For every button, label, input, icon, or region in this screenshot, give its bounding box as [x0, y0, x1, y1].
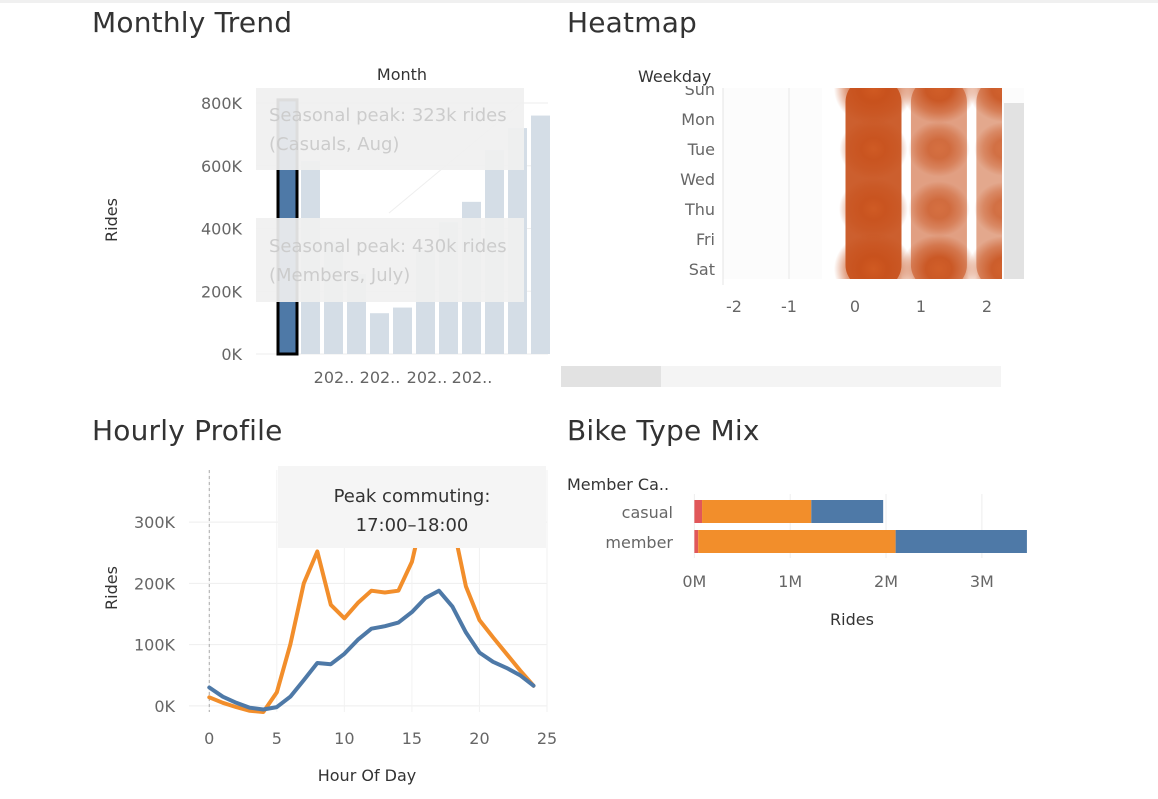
dashboard-charts: 0K200K400K600K800K202.. 202.. 202.. 202..Mo…	[102, 62, 1027, 785]
heatmap-weekday-label: Thu	[684, 200, 715, 219]
heatmap-hotspot	[908, 181, 970, 237]
heatmap-x-tick-label: 0	[850, 297, 860, 316]
biketype-docked-segment	[694, 530, 699, 553]
monthly-y-axis-title: Rides	[102, 198, 121, 242]
biketype-category-label: casual	[622, 503, 673, 522]
heatmap-x-tick-label: 1	[916, 297, 926, 316]
weekday-heatmap-chart: SunMonTueWedThuFriSatWeekday-2 -1 0 1 2	[630, 62, 1024, 316]
commute-peak-callout: Peak commuting: 17:00–18:00	[278, 466, 546, 548]
commute-peak-callout-line1: Peak commuting:	[333, 486, 491, 507]
heatmap-hotspot	[833, 88, 914, 125]
hourly-y-tick-label: 0K	[154, 697, 175, 716]
monthly-y-tick-label: 600K	[201, 157, 243, 176]
monthly-x-tick-label: 202..	[314, 368, 355, 387]
heatmap-weekday-label: Mon	[681, 110, 715, 129]
heatmap-weekday-label: Wed	[680, 170, 715, 189]
biketype-x-tick-label: 1M	[778, 572, 802, 591]
heatmap-x-tick-label: 2	[982, 297, 992, 316]
heatmap-hotspot	[833, 233, 914, 279]
heatmap-hotspot	[838, 177, 909, 241]
casual-peak-tooltip-line1: Seasonal peak: 323k rides	[269, 105, 507, 126]
biketype-column-header: Member Ca..	[567, 475, 669, 494]
heatmap-hotspot	[901, 234, 977, 279]
commute-peak-callout-line2: 17:00–18:00	[355, 515, 469, 536]
biketype-x-tick-label: 0M	[682, 572, 706, 591]
member-peak-tooltip-line1: Seasonal peak: 430k rides	[269, 236, 507, 257]
hourly-x-tick-label: 15	[402, 729, 422, 748]
monthly-y-tick-label: 200K	[201, 282, 243, 301]
heatmap-hotspot	[901, 88, 977, 124]
heatmap-weekday-label: Sat	[689, 260, 715, 279]
monthly-bar	[531, 115, 550, 354]
heatmap-weekday-label: Fri	[696, 230, 715, 249]
heatmap-x-tick-label: -1	[781, 297, 797, 316]
biketype-x-axis-title: Rides	[830, 610, 874, 629]
monthly-y-tick-label: 0K	[221, 345, 242, 364]
biketype-docked-segment	[694, 500, 703, 523]
biketype-x-tick-label: 2M	[874, 572, 898, 591]
heatmap-vertical-scrollbar	[1004, 103, 1024, 279]
casual-peak-tooltip-line2: (Casuals, Aug)	[269, 134, 400, 155]
hourly-y-tick-label: 100K	[134, 636, 176, 655]
biketype-classic-segment	[702, 500, 812, 523]
heatmap-weekday-header: Weekday	[638, 67, 711, 86]
biketype-category-label: member	[605, 533, 673, 552]
hourly-x-tick-label: 5	[272, 729, 282, 748]
monthly-x-tick-label: 202..	[360, 368, 401, 387]
heatmap-hotspot	[908, 121, 970, 177]
hourly-y-axis-title: Rides	[102, 566, 121, 610]
member-peak-tooltip: Seasonal peak: 430k rides (Members, July…	[256, 218, 524, 302]
hourly-y-tick-label: 200K	[134, 574, 176, 593]
monthly-y-tick-label: 400K	[201, 220, 243, 239]
member-peak-tooltip-line2: (Members, July)	[269, 265, 411, 286]
heatmap-horizontal-scrollbar[interactable]	[561, 366, 1001, 387]
monthly-column-header: Month	[377, 65, 427, 84]
bike-type-mix-chart: casual member Member Ca.. 0M 1M 2M 3M Rides	[567, 475, 1027, 629]
monthly-bar	[393, 307, 412, 354]
hourly-y-tick-label: 300K	[134, 513, 176, 532]
biketype-electric-segment	[895, 530, 1027, 553]
biketype-classic-segment	[698, 530, 896, 553]
hourly-x-axis-title: Hour Of Day	[318, 766, 417, 785]
hourly-x-tick-label: 25	[537, 729, 557, 748]
heatmap-hotspot	[839, 118, 908, 180]
monthly-y-tick-label: 800K	[201, 94, 243, 113]
hourly-x-tick-label: 10	[334, 729, 354, 748]
biketype-x-tick-label: 3M	[970, 572, 994, 591]
heatmap-scrollbar-thumb[interactable]	[561, 366, 661, 387]
monthly-x-tick-label: 202..	[407, 368, 448, 387]
casual-peak-tooltip: Seasonal peak: 323k rides (Casuals, Aug)	[256, 88, 524, 170]
heatmap-x-tick-label: -2	[726, 297, 742, 316]
hourly-x-tick-label: 0	[204, 729, 214, 748]
hourly-member-line	[207, 588, 536, 712]
heatmap-weekday-label: Tue	[687, 140, 715, 159]
hourly-x-tick-label: 20	[469, 729, 489, 748]
biketype-electric-segment	[811, 500, 884, 523]
monthly-bar	[370, 313, 389, 354]
monthly-x-tick-label: 202..	[452, 368, 493, 387]
